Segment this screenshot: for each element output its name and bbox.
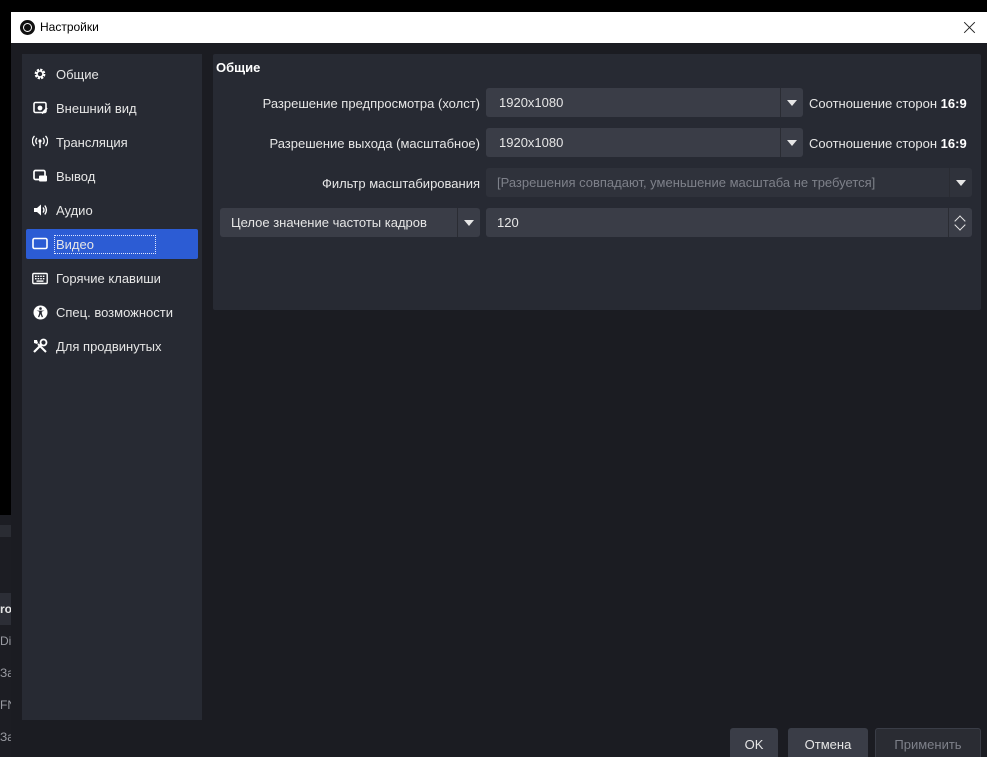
aspect-ratio-prefix: Соотношение сторон <box>809 136 938 151</box>
fps-value: 120 <box>497 215 519 230</box>
settings-window: Настройки Общие Внешний вид Трансляция В… <box>11 12 987 757</box>
sidebar-item-label: Горячие клавиши <box>56 270 161 286</box>
speaker-icon <box>32 202 48 218</box>
title-bar: Настройки <box>11 12 987 43</box>
aspect-ratio-prefix: Соотношение сторон <box>809 96 938 111</box>
output-icon <box>32 168 48 184</box>
tools-icon <box>32 338 48 354</box>
fps-type-combo[interactable]: Целое значение частоты кадров <box>220 208 480 237</box>
sidebar-item-label: Вывод <box>56 168 96 184</box>
output-resolution-label: Разрешение выхода (масштабное) <box>269 136 480 151</box>
fps-spin-buttons <box>948 208 972 237</box>
fps-value-spinbox[interactable]: 120 <box>486 208 972 237</box>
chevron-down-icon <box>949 168 972 197</box>
sidebar-item-label: Спец. возможности <box>56 304 173 320</box>
downscale-filter-label: Фильтр масштабирования <box>321 176 480 191</box>
close-button[interactable] <box>951 12 987 43</box>
sidebar-item-label: Аудио <box>56 202 93 218</box>
group-title: Общие <box>216 60 261 75</box>
background-app-row: За <box>0 730 11 744</box>
aspect-ratio-value: 16:9 <box>940 96 967 111</box>
ok-button[interactable]: OK <box>730 728 778 757</box>
obs-logo-icon <box>20 20 35 35</box>
window-title: Настройки <box>40 20 99 34</box>
sidebar-item-accessibility[interactable]: Спец. возможности <box>26 297 198 327</box>
base-resolution-value: 1920x1080 <box>499 95 564 110</box>
base-resolution-combo[interactable]: 1920x1080 <box>486 88 803 117</box>
sidebar-item-label: Видео <box>54 234 156 254</box>
sidebar-item-stream[interactable]: Трансляция <box>26 127 198 157</box>
output-resolution-value: 1920x1080 <box>499 135 564 150</box>
chevron-down-icon[interactable] <box>780 88 803 117</box>
background-app-row: ro <box>0 593 11 625</box>
sidebar-item-label: Трансляция <box>56 134 128 150</box>
chevron-down-icon[interactable] <box>780 128 803 157</box>
sidebar-item-hotkeys[interactable]: Горячие клавиши <box>26 263 198 293</box>
output-aspect-ratio: Соотношение сторон 16:9 <box>809 136 967 151</box>
appearance-icon <box>32 100 48 116</box>
background-app-row: За <box>0 666 11 680</box>
sidebar-item-output[interactable]: Вывод <box>26 161 198 191</box>
keyboard-icon <box>32 270 48 286</box>
base-resolution-label: Разрешение предпросмотра (холст) <box>262 96 480 111</box>
fps-type-value: Целое значение частоты кадров <box>231 215 427 230</box>
background-app-header <box>0 525 11 537</box>
settings-sidebar: Общие Внешний вид Трансляция Вывод Аудио <box>22 54 202 720</box>
broadcast-icon <box>32 134 48 150</box>
aspect-ratio-value: 16:9 <box>940 136 967 151</box>
background-app-row: Di <box>0 634 11 648</box>
sidebar-item-audio[interactable]: Аудио <box>26 195 198 225</box>
base-aspect-ratio: Соотношение сторон 16:9 <box>809 96 967 111</box>
sidebar-item-label: Общие <box>56 66 99 82</box>
sidebar-item-advanced[interactable]: Для продвинутых <box>26 331 198 361</box>
sidebar-item-video[interactable]: Видео <box>26 229 198 259</box>
monitor-icon <box>32 236 48 252</box>
gear-icon <box>32 66 48 82</box>
sidebar-item-appearance[interactable]: Внешний вид <box>26 93 198 123</box>
chevron-down-icon[interactable] <box>457 208 480 237</box>
background-app: ro Di За FN За <box>0 515 11 757</box>
accessibility-icon <box>32 304 48 320</box>
downscale-filter-value: [Разрешения совпадают, уменьшение масшта… <box>497 175 876 190</box>
sidebar-item-label: Внешний вид <box>56 100 137 116</box>
downscale-filter-combo: [Разрешения совпадают, уменьшение масшта… <box>486 168 972 197</box>
video-settings-panel: Общие Разрешение предпросмотра (холст) 1… <box>213 54 981 310</box>
cancel-button[interactable]: Отмена <box>788 728 868 757</box>
apply-button[interactable]: Применить <box>875 728 981 757</box>
output-resolution-combo[interactable]: 1920x1080 <box>486 128 803 157</box>
sidebar-item-general[interactable]: Общие <box>26 59 198 89</box>
background-app-row: FN <box>0 698 11 712</box>
sidebar-item-label: Для продвинутых <box>56 338 162 354</box>
